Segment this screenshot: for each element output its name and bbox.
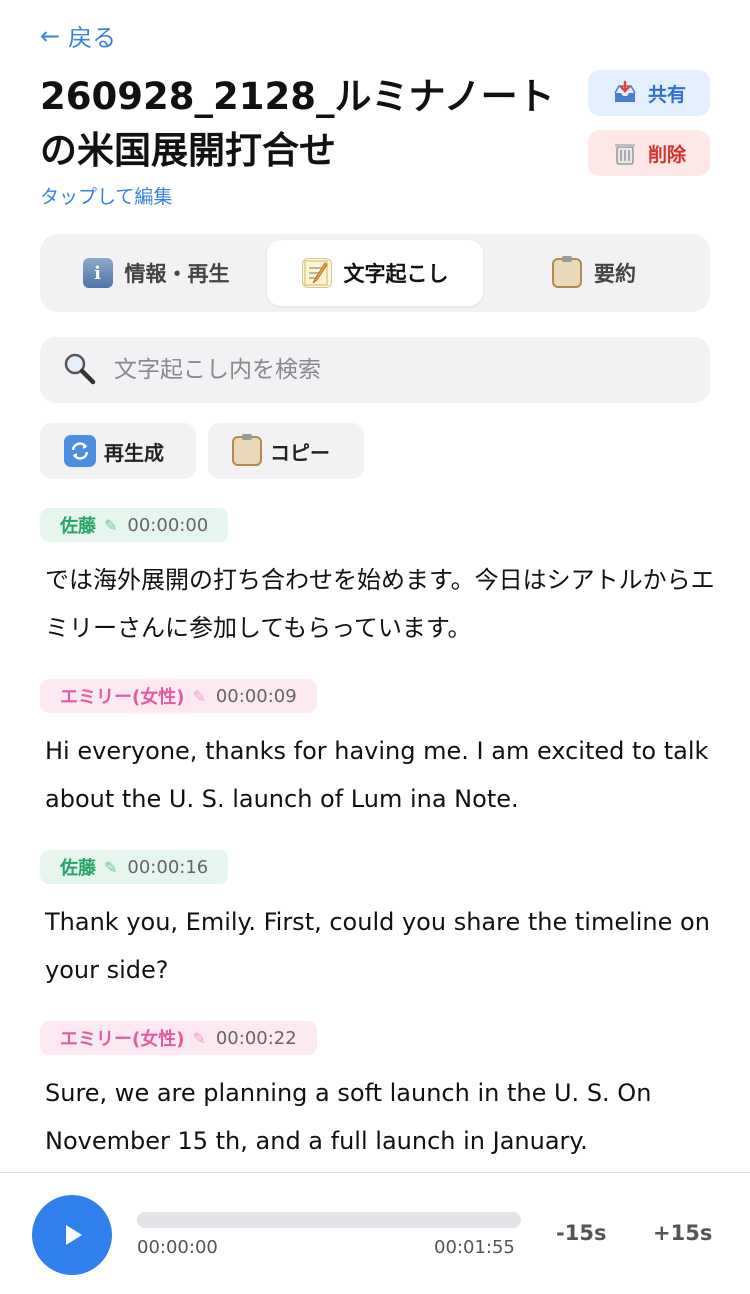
- skip-forward-button[interactable]: +15s: [653, 1221, 712, 1245]
- segment-text: Hi everyone, thanks for having me. I am …: [45, 737, 709, 813]
- info-icon: i: [82, 258, 113, 288]
- share-tray-icon: [612, 80, 638, 106]
- tab-summary[interactable]: 要約: [488, 240, 700, 306]
- memo-icon: [301, 258, 332, 288]
- segment-text: Sure, we are planning a soft launch in t…: [45, 1079, 652, 1155]
- share-label: 共有: [647, 83, 686, 106]
- segment-text: Thank you, Emily. First, could you share…: [45, 908, 710, 984]
- transcript-segment: エミリー(女性) ✎ 00:00:22 Sure, we are plannin…: [40, 1021, 720, 1165]
- back-label: 戻る: [68, 24, 117, 52]
- clipboard-icon: [232, 434, 262, 466]
- play-icon: [66, 1225, 82, 1245]
- speaker-badge[interactable]: エミリー(女性) ✎ 00:00:09: [40, 679, 317, 713]
- share-button[interactable]: 共有: [588, 70, 710, 116]
- transcript-segment: 佐藤 ✎ 00:00:00 では海外展開の打ち合わせを始めます。今日はシアトルか…: [40, 508, 720, 652]
- current-time: 00:00:00: [137, 1237, 218, 1258]
- recording-title[interactable]: 260928_2128_ルミナノートの米国展開打合せ: [40, 70, 570, 178]
- delete-label: 削除: [647, 143, 686, 166]
- speaker-name: 佐藤: [60, 516, 96, 537]
- search-icon: [62, 351, 96, 389]
- pencil-icon: ✎: [104, 857, 118, 877]
- total-time: 00:01:55: [434, 1237, 515, 1258]
- play-button[interactable]: [32, 1195, 112, 1275]
- tab-label: 情報・再生: [124, 262, 230, 286]
- tab-label: 文字起こし: [343, 262, 449, 286]
- tab-info-playback[interactable]: i 情報・再生: [50, 240, 262, 306]
- skip-back-button[interactable]: -15s: [556, 1221, 606, 1245]
- edit-hint[interactable]: タップして編集: [40, 182, 172, 209]
- back-button[interactable]: ← 戻る: [40, 18, 116, 53]
- regenerate-label: 再生成: [104, 440, 164, 465]
- tab-label: 要約: [594, 262, 636, 286]
- transcript-segment: 佐藤 ✎ 00:00:16 Thank you, Emily. First, c…: [40, 850, 720, 994]
- speaker-name: エミリー(女性): [60, 687, 185, 708]
- segment-timestamp: 00:00:22: [215, 1027, 297, 1049]
- copy-button[interactable]: コピー: [208, 423, 364, 479]
- delete-button[interactable]: 削除: [588, 130, 710, 176]
- back-arrow-icon: ←: [40, 21, 61, 50]
- trash-icon: [612, 140, 638, 166]
- tab-transcription[interactable]: 文字起こし: [267, 240, 483, 306]
- audio-player: 00:00:00 00:01:55 -15s +15s: [0, 1172, 750, 1294]
- clipboard-icon: [552, 256, 582, 288]
- search-input[interactable]: [114, 357, 674, 383]
- transcript-segment: エミリー(女性) ✎ 00:00:09 Hi everyone, thanks …: [40, 679, 720, 823]
- pencil-icon: ✎: [192, 1028, 206, 1048]
- refresh-icon: [64, 435, 96, 467]
- copy-label: コピー: [270, 440, 330, 465]
- view-tabs: i 情報・再生 文字起こし 要約: [40, 234, 710, 312]
- transcript-search-bar[interactable]: [40, 337, 710, 403]
- recording-detail-page: ← 戻る 260928_2128_ルミナノートの米国展開打合せ タップして編集 …: [0, 0, 750, 1294]
- segment-text: では海外展開の打ち合わせを始めます。今日はシアトルからエミリーさんに参加してもら…: [45, 566, 715, 642]
- progress-slider[interactable]: [137, 1212, 521, 1228]
- speaker-badge[interactable]: 佐藤 ✎ 00:00:00: [40, 508, 229, 542]
- speaker-name: エミリー(女性): [60, 1029, 185, 1050]
- speaker-name: 佐藤: [60, 858, 96, 879]
- segment-timestamp: 00:00:09: [215, 685, 297, 707]
- segment-timestamp: 00:00:16: [127, 856, 209, 878]
- speaker-badge[interactable]: エミリー(女性) ✎ 00:00:22: [40, 1021, 317, 1055]
- regenerate-button[interactable]: 再生成: [40, 423, 196, 479]
- segment-timestamp: 00:00:00: [127, 514, 209, 536]
- speaker-badge[interactable]: 佐藤 ✎ 00:00:16: [40, 850, 229, 884]
- pencil-icon: ✎: [192, 686, 206, 706]
- pencil-icon: ✎: [104, 515, 118, 535]
